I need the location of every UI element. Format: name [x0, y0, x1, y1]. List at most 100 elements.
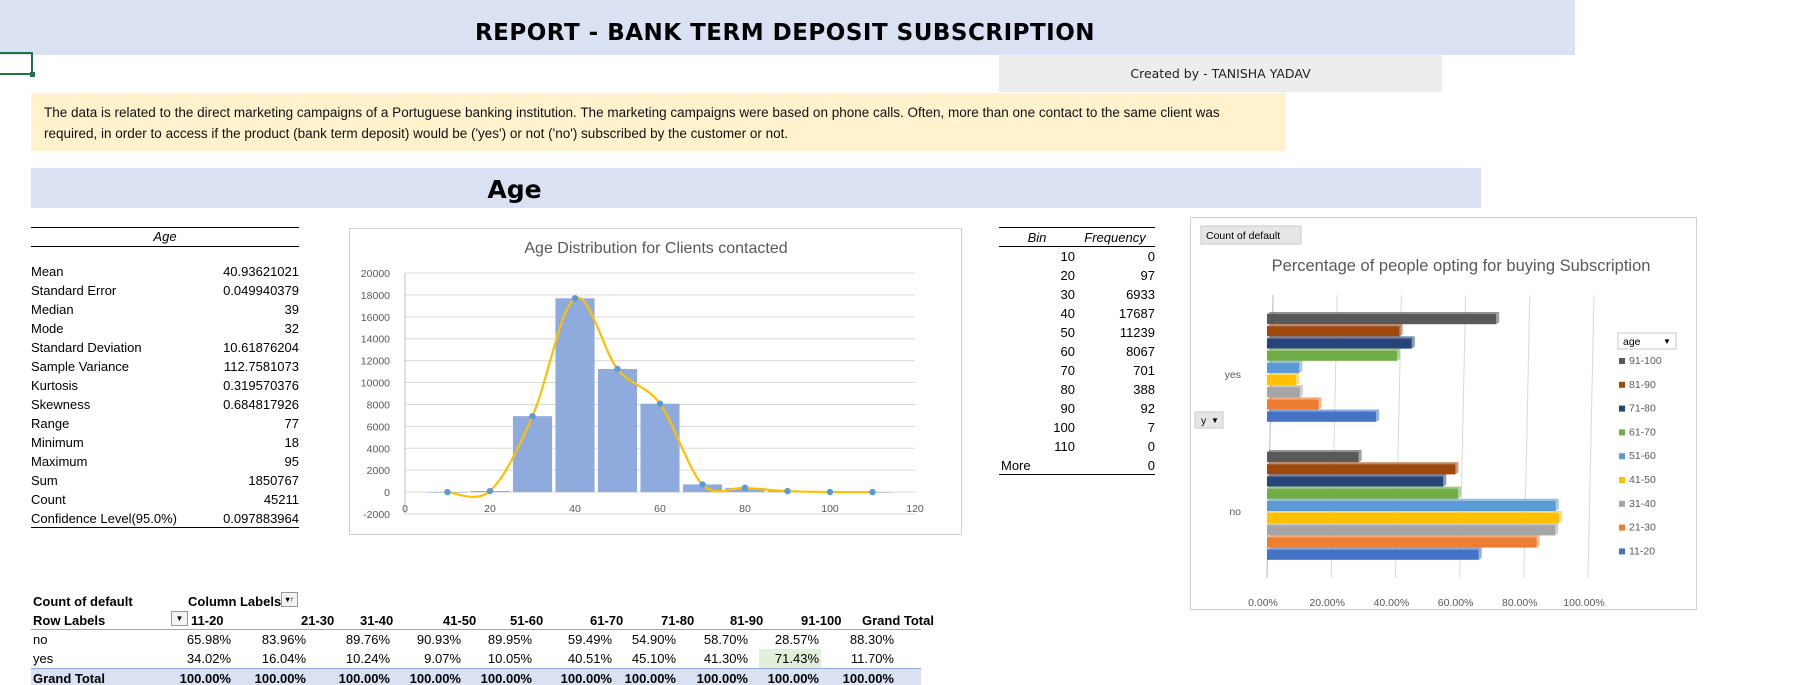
curve-marker [444, 488, 451, 496]
frequency-row: 110 0 [999, 437, 1155, 456]
legend-label: 61-70 [1629, 426, 1656, 438]
histogram-bar [640, 403, 680, 493]
curve-marker [486, 487, 494, 495]
stat-row: Sample Variance 112.7581073 [31, 357, 299, 376]
chart-title: Percentage of people opting for buying S… [1272, 257, 1651, 275]
stat-row: Mean 40.93621021 [31, 262, 299, 281]
pivot-row-label: Grand Total [33, 671, 105, 685]
row-filter-dropdown-icon[interactable]: ▼ [171, 611, 188, 626]
dropdown-icon: ▼ [1663, 337, 1671, 346]
bar-side-face [1299, 385, 1303, 398]
bar-side-face [1558, 511, 1562, 524]
stat-row: Median 39 [31, 300, 299, 319]
stat-label: Sample Variance [31, 359, 130, 374]
stat-label: Count [31, 492, 66, 507]
bar-top-face [1267, 450, 1362, 452]
frequency-value: 11239 [1119, 325, 1155, 340]
stat-value: 18 [284, 435, 299, 450]
pivot-cell: 40.51% [567, 651, 612, 666]
curve-marker [784, 487, 791, 495]
legend-swatch [1619, 477, 1625, 483]
bin-value: 90 [1060, 401, 1075, 416]
bar-91-100 [1267, 314, 1497, 325]
bar-top-face [1267, 511, 1562, 513]
stat-value: 77 [284, 416, 299, 431]
frequency-value: 97 [1140, 268, 1155, 283]
bar-top-face [1267, 409, 1380, 412]
frequency-row: 20 97 [999, 266, 1155, 285]
legend-label: 91-100 [1629, 355, 1662, 367]
bar-side-face [1555, 523, 1559, 536]
subscription-pivot-chart[interactable]: Count of default Percentage of people opt… [1190, 217, 1697, 610]
pivot-row-label: yes [33, 651, 54, 666]
pivot-cell: 71.43% [759, 649, 821, 668]
bar-side-face [1411, 336, 1415, 349]
stat-value: 45211 [263, 492, 299, 507]
frequency-header: Frequency [1084, 230, 1146, 245]
x-tick-label: 80.00% [1502, 597, 1538, 609]
stats-header: Age [31, 227, 299, 247]
legend-swatch [1619, 548, 1625, 555]
curve-marker [614, 365, 621, 373]
pivot-cell: 83.96% [261, 632, 306, 647]
pivot-cell: 59.49% [567, 632, 612, 647]
frequency-rows: 10 0 20 97 30 6933 40 17687 50 11239 60 8067 70 701 80… [999, 247, 1155, 475]
frequency-value: 0 [1147, 249, 1155, 264]
bar-side-face [1536, 535, 1540, 548]
stat-value: 0.684817926 [223, 397, 299, 412]
pivot-cell: 90.93% [416, 632, 461, 647]
stat-value: 112.7581073 [224, 359, 299, 374]
stat-value: 1850767 [248, 473, 299, 488]
stat-value: 39 [284, 302, 299, 317]
bar-21-30 [1267, 537, 1537, 548]
stat-label: Mode [31, 321, 64, 336]
bar-side-face [1443, 474, 1447, 487]
pivot-cell: 100.00% [767, 671, 819, 685]
bar-top-face [1267, 462, 1459, 465]
bar-side-face [1397, 348, 1401, 361]
bar-side-face [1496, 312, 1500, 325]
active-cell-cursor[interactable] [0, 52, 35, 77]
column-filter-icon[interactable]: ▾↑ [281, 592, 299, 607]
frequency-row: More 0 [999, 456, 1155, 475]
x-tick-label: 80 [739, 503, 751, 515]
bar-top-face [1267, 348, 1401, 351]
frequency-row: 40 17687 [999, 304, 1155, 323]
bar-side-face [1555, 498, 1559, 511]
pivot-column-header: 61-70 [590, 613, 624, 628]
pivot-column-header: 71-80 [661, 613, 695, 628]
x-tick-label: 60.00% [1438, 597, 1474, 609]
pivot-cell: 41.30% [703, 651, 748, 666]
bar-side-face [1296, 373, 1300, 386]
pivot-cell: 100.00% [409, 671, 461, 685]
bar-51-60 [1267, 500, 1556, 511]
bar-31-40 [1267, 387, 1300, 398]
frequency-row: 100 7 [999, 418, 1155, 437]
age-chart-svg: Age Distribution for Clients contacted 20… [361, 240, 924, 521]
frequency-value: 0 [1147, 458, 1155, 473]
stat-row: Count 45211 [31, 490, 299, 509]
frequency-row: 90 92 [999, 399, 1155, 418]
y-tick-label: 8000 [367, 399, 391, 411]
pivot-table[interactable]: Count of default Column Labels ▾↑ Row La… [31, 592, 934, 685]
bar-top-face [1267, 360, 1303, 363]
pivot-row: no 65.98% 83.96% 89.76% 90.93% 89.95% 59.49% 54… [31, 630, 921, 649]
pivot-column-labels[interactable]: Column Labels ▾↑ [188, 592, 299, 611]
y-tick-label: 14000 [361, 334, 390, 346]
stat-row: Kurtosis 0.319570376 [31, 376, 299, 395]
bin-value: 30 [1060, 287, 1075, 302]
bar-top-face [1267, 498, 1559, 501]
bar-side-face [1318, 397, 1322, 410]
histogram-bar [597, 368, 638, 493]
legend-label: 31-40 [1629, 498, 1656, 510]
bin-value: 50 [1060, 325, 1075, 340]
frequency-value: 388 [1133, 382, 1155, 397]
stat-row: Maximum 95 [31, 452, 299, 471]
age-distribution-chart[interactable]: Age Distribution for Clients contacted 20… [349, 228, 962, 535]
category-label: no [1229, 506, 1241, 518]
descriptive-stats-table: Age Mean 40.93621021 Standard Error 0.04994… [31, 227, 299, 528]
bin-value: 100 [1053, 420, 1075, 435]
frequency-row: 30 6933 [999, 285, 1155, 304]
pivot-column-header: Grand Total [862, 613, 934, 628]
legend-swatch [1619, 500, 1625, 507]
